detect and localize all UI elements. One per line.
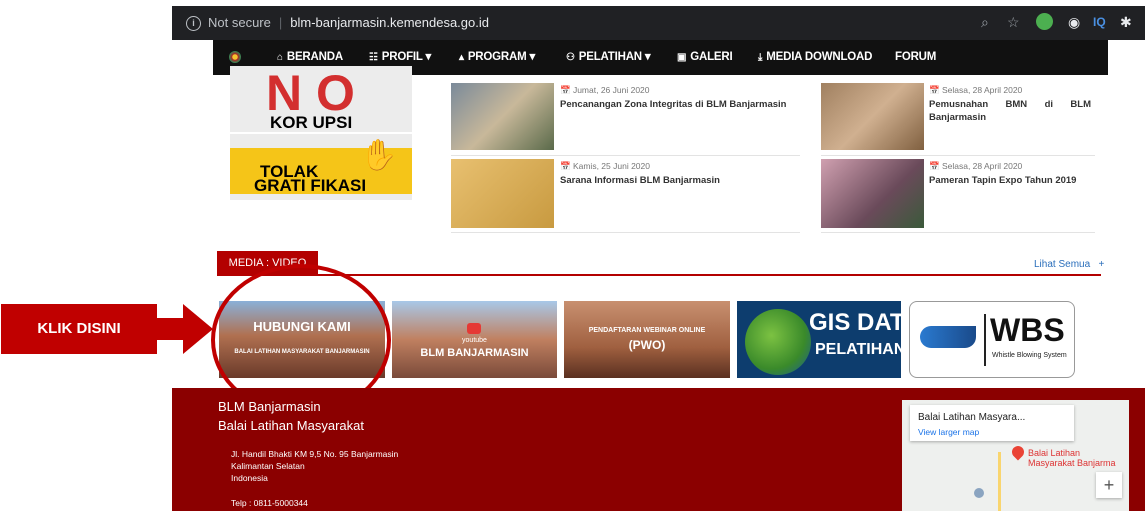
address-bar[interactable]: i Not secure | blm-banjarmasin.kemendesa… — [176, 10, 966, 36]
map-poi-icon — [974, 488, 984, 498]
video-title: WBS — [990, 312, 1065, 348]
wbs-divider — [984, 314, 986, 366]
star-icon[interactable]: ☆ — [1007, 14, 1020, 30]
users-icon: ⚇ — [566, 52, 575, 63]
banner-korupsi-text: KOR UPSI — [270, 113, 353, 132]
puzzle-icon[interactable]: ✱ — [1120, 14, 1132, 30]
extension-icon[interactable] — [1036, 13, 1053, 30]
news-divider — [451, 155, 800, 156]
news-date: 📅 Selasa, 28 April 2020 — [929, 161, 1023, 171]
news-divider — [451, 232, 800, 233]
video-pendaftaran-webinar[interactable]: PENDAFTARAN WEBINAR ONLINE (PWO) — [564, 301, 730, 378]
security-label: Not secure — [208, 15, 271, 30]
url-text[interactable]: blm-banjarmasin.kemendesa.go.id — [290, 10, 489, 36]
arrow-right-icon — [155, 304, 213, 354]
see-all-link[interactable]: Lihat Semua + — [1034, 259, 1104, 270]
news-title[interactable]: Pencanangan Zona Integritas di BLM Banja… — [560, 98, 795, 111]
whistle-icon — [920, 326, 976, 348]
video-subtitle: Whistle Blowing System — [992, 352, 1067, 359]
bank-icon: ▴ — [459, 52, 464, 63]
video-subtitle: PENDAFTARAN WEBINAR ONLINE — [588, 327, 706, 334]
map-pin-label: Balai Latihan Masyarakat Banjarma — [1028, 448, 1116, 468]
download-icon: ⤓ — [758, 52, 763, 63]
news-title[interactable]: Pemusnahan BMN di BLM Banjarmasin — [929, 98, 1091, 124]
banner-letter-o: O — [316, 65, 355, 121]
footer-phone: Telp : 0811-5000344 — [231, 498, 308, 508]
map-place-title: Balai Latihan Masyara... — [918, 412, 1026, 423]
news-date: 📅 Kamis, 25 Juni 2020 — [560, 161, 650, 171]
footer-org-name: BLM Banjarmasin — [218, 399, 321, 414]
news-thumbnail[interactable] — [821, 159, 924, 228]
news-title[interactable]: Pameran Tapin Expo Tahun 2019 — [929, 174, 1099, 187]
tolak-gratifikasi-banner[interactable]: TOLAK GRATI FIKASI ✋ — [230, 134, 412, 200]
google-map-embed[interactable]: Balai Latihan Masyara... View larger map… — [902, 400, 1129, 511]
no-korupsi-banner[interactable]: N O KOR UPSI — [230, 66, 412, 132]
news-thumbnail[interactable] — [451, 83, 554, 150]
map-road — [998, 452, 1001, 511]
footer-org-fullname: Balai Latihan Masyarakat — [218, 418, 364, 433]
news-title[interactable]: Sarana Informasi BLM Banjarmasin — [560, 174, 795, 187]
nav-item-galeri[interactable]: ▣ GALERI — [677, 40, 733, 75]
video-subtitle: youtube — [462, 337, 487, 344]
news-divider — [821, 155, 1095, 156]
news-thumbnail[interactable] — [451, 159, 554, 228]
news-date: 📅 Selasa, 28 April 2020 — [929, 85, 1023, 95]
youtube-icon — [467, 323, 481, 334]
news-divider — [821, 232, 1095, 233]
video-title: BLM BANJARMASIN — [420, 347, 529, 359]
banner-letter-n: N — [266, 65, 303, 121]
nav-item-forum[interactable]: FORUM — [895, 40, 936, 75]
search-icon[interactable]: ⌕ — [981, 14, 989, 30]
globe-icon — [745, 309, 811, 375]
nav-item-pelatihan[interactable]: ⚇ PELATIHAN ▾ — [566, 40, 651, 75]
footer-address-line: Indonesia — [231, 473, 268, 483]
zoom-in-button[interactable]: + — [1096, 472, 1122, 498]
nav-item-media-download[interactable]: ⤓ MEDIA DOWNLOAD — [758, 40, 872, 75]
site-logo-icon[interactable] — [229, 51, 241, 63]
info-icon[interactable]: i — [186, 15, 201, 31]
video-title: PELATIHAN — [815, 341, 901, 358]
news-date: 📅 Jumat, 26 Juni 2020 — [560, 85, 650, 95]
video-gis-data-pelatihan[interactable]: GIS DATA PELATIHAN — [737, 301, 901, 378]
hand-stop-icon: ✋ — [360, 139, 398, 172]
nav-item-program[interactable]: ▴ PROGRAM ▾ — [459, 40, 535, 75]
video-title: (PWO) — [628, 338, 666, 352]
video-blm-banjarmasin[interactable]: youtube BLM BANJARMASIN — [392, 301, 557, 378]
sitemap-icon: ☷ — [369, 52, 378, 63]
map-info-card: Balai Latihan Masyara... View larger map — [910, 405, 1074, 441]
news-thumbnail[interactable] — [821, 83, 924, 150]
video-wbs[interactable]: WBS Whistle Blowing System — [909, 301, 1075, 378]
video-subtitle: GIS DATA — [809, 309, 901, 336]
klik-disini-label: KLIK DISINI — [1, 304, 157, 354]
map-pin-icon[interactable] — [1009, 443, 1027, 461]
banner-gratifikasi-text: GRATI FIKASI — [254, 176, 367, 195]
address-divider: | — [278, 15, 283, 30]
home-icon: ⌂ — [277, 52, 283, 63]
iq-icon[interactable]: IQ — [1093, 14, 1106, 30]
globe-icon[interactable]: ◉ — [1068, 14, 1080, 30]
view-larger-map-link[interactable]: View larger map — [918, 427, 979, 437]
footer-address-line: Kalimantan Selatan — [231, 461, 305, 471]
camera-icon: ▣ — [677, 52, 687, 63]
footer-address-line: Jl. Handil Bhakti KM 9,5 No. 95 Banjarma… — [231, 449, 399, 459]
